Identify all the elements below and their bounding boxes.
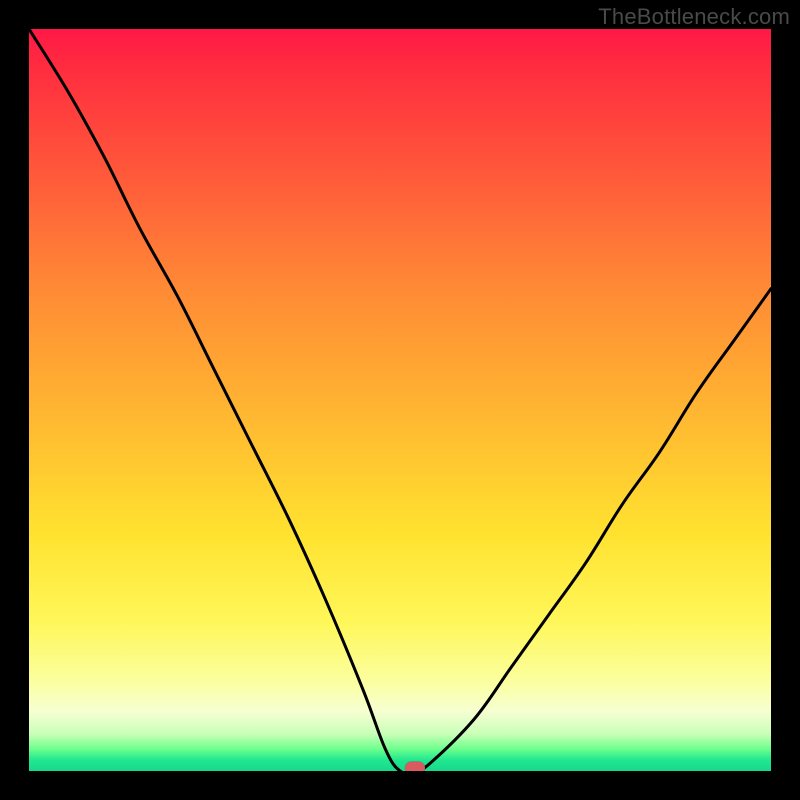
bottleneck-curve bbox=[29, 29, 771, 771]
optimal-point-marker bbox=[405, 762, 425, 772]
watermark-text: TheBottleneck.com bbox=[598, 4, 790, 30]
plot-area bbox=[29, 29, 771, 771]
chart-frame: TheBottleneck.com bbox=[0, 0, 800, 800]
